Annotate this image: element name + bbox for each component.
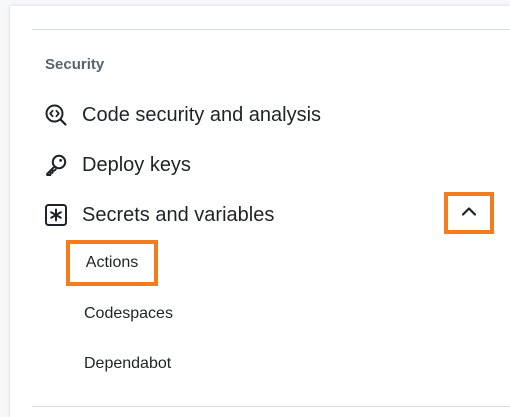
sidebar-subitem-label: Actions	[85, 254, 139, 271]
collapse-secrets-button[interactable]	[444, 192, 494, 234]
chevron-up-icon	[460, 204, 478, 222]
sidebar-item-secrets-and-variables[interactable]: Secrets and variables	[44, 198, 274, 232]
sidebar-subitem-label: Dependabot	[84, 355, 172, 372]
sidebar-item-label: Code security and analysis	[82, 103, 322, 126]
sidebar-subitem-dependabot[interactable]: Dependabot	[84, 350, 171, 378]
sidebar-item-code-security[interactable]: Code security and analysis	[44, 98, 321, 132]
sidebar-item-label: Deploy keys	[82, 153, 191, 176]
codescan-icon	[44, 103, 68, 127]
section-heading-security: Security	[45, 56, 105, 73]
sidebar-subitem-codespaces[interactable]: Codespaces	[84, 300, 173, 328]
sidebar-subitem-actions[interactable]: Actions	[66, 240, 158, 286]
settings-sidebar: Security Code security and analysis Depl…	[10, 6, 510, 417]
key-asterisk-icon	[44, 203, 68, 227]
divider-bottom	[32, 406, 510, 407]
key-icon	[44, 153, 68, 177]
sidebar-item-label: Secrets and variables	[82, 203, 275, 226]
divider-top	[32, 29, 510, 30]
sidebar-subitem-label: Codespaces	[84, 305, 173, 322]
sidebar-item-deploy-keys[interactable]: Deploy keys	[44, 148, 191, 182]
